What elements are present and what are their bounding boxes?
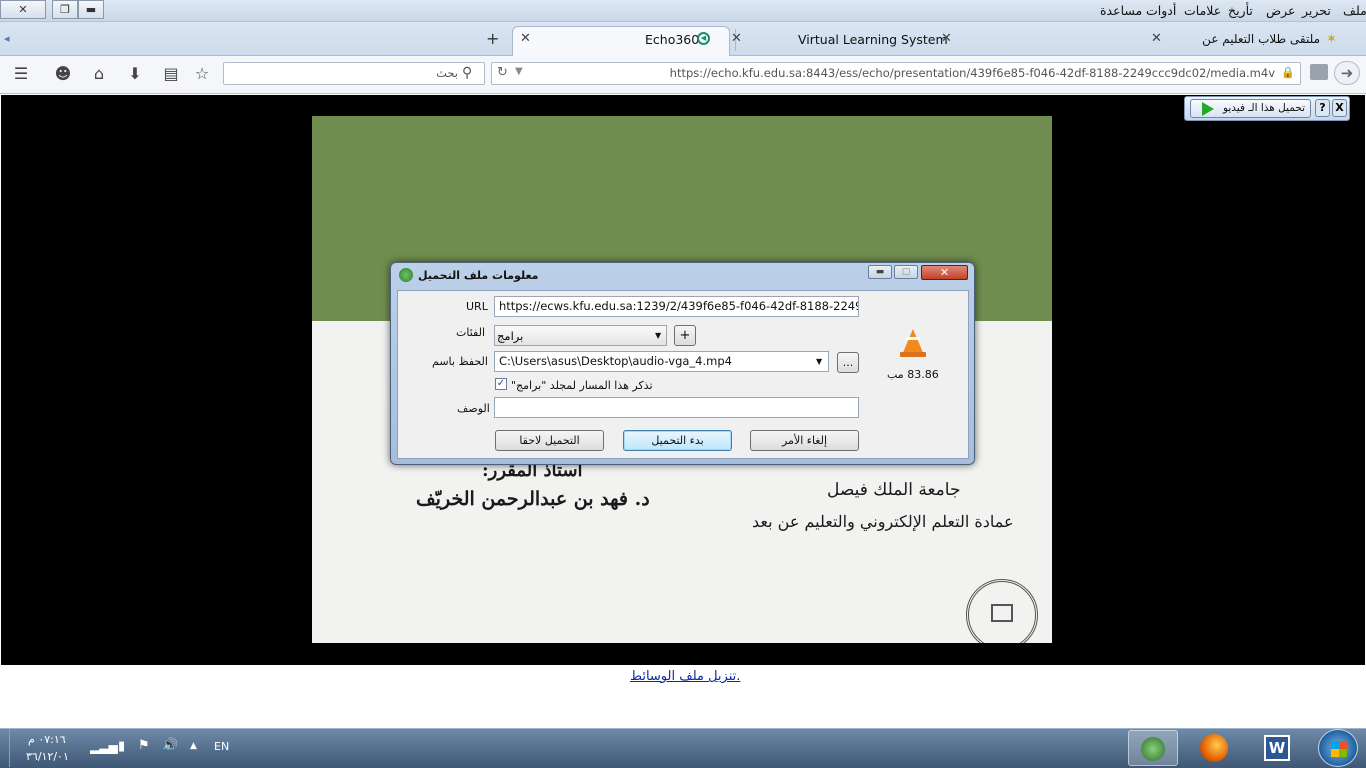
category-label: الفئات bbox=[456, 326, 485, 339]
windows-logo-icon bbox=[1331, 741, 1347, 757]
menu-edit[interactable]: تحرير bbox=[1302, 3, 1331, 18]
slide-instructor-name: د. فهد بن عبدالرحمن الخريّف bbox=[416, 488, 650, 510]
idm-help-button[interactable]: ? bbox=[1315, 99, 1330, 117]
close-icon[interactable]: ✕ bbox=[520, 31, 531, 46]
download-later-button[interactable]: التحميل لاحقا bbox=[495, 430, 604, 451]
bookmark-star-icon[interactable]: ☆ bbox=[191, 64, 213, 84]
minimize-window-button[interactable]: ▬ bbox=[78, 0, 104, 19]
volume-icon[interactable]: 🔊 bbox=[162, 738, 178, 753]
clock-time[interactable]: ٠٧:١٦ م bbox=[28, 733, 66, 746]
search-icon[interactable]: ⚲ bbox=[462, 65, 472, 81]
chevron-down-icon: ▼ bbox=[655, 331, 662, 340]
menu-icon[interactable]: ☰ bbox=[10, 64, 32, 84]
menu-view[interactable]: عرض bbox=[1266, 3, 1295, 18]
play-icon bbox=[1202, 102, 1214, 116]
slide-university: جامعة الملك فيصل bbox=[827, 480, 961, 500]
close-window-button[interactable]: ✕ bbox=[0, 0, 46, 19]
save-as-label: الحفظ باسم bbox=[432, 355, 488, 368]
menu-history[interactable]: تأريخ bbox=[1228, 3, 1253, 18]
url-label: URL bbox=[466, 300, 488, 313]
remember-path-label: تذكر هذا المسار لمجلد "برامج" bbox=[511, 379, 653, 392]
download-video-button[interactable]: تحميل هذا الـ فيديو bbox=[1190, 99, 1311, 118]
idm-app-icon bbox=[399, 268, 413, 282]
lock-icon: 🔒 bbox=[1281, 66, 1295, 79]
save-as-field[interactable]: C:\Users\asus\Desktop\audio-vga_4.mp4 bbox=[494, 351, 829, 372]
menu-bookmarks[interactable]: علامات bbox=[1184, 3, 1221, 18]
clock-date[interactable]: ٣٦/١٢/٠١ bbox=[26, 750, 69, 763]
star-favicon-icon: ✶ bbox=[1326, 32, 1337, 47]
idm-close-button[interactable]: X bbox=[1332, 99, 1347, 117]
remember-path-checkbox[interactable]: ✓ bbox=[495, 378, 507, 390]
battery-icon[interactable]: ▮ bbox=[118, 739, 125, 754]
seal-book-icon bbox=[991, 604, 1013, 622]
firefox-icon bbox=[1200, 734, 1228, 762]
file-size-text: 83.86 مب bbox=[887, 368, 939, 381]
maximize-icon: ▢ bbox=[894, 265, 918, 279]
chat-icon[interactable]: ☻ bbox=[52, 64, 74, 84]
close-icon[interactable]: ✕ bbox=[941, 31, 952, 46]
network-signal-icon[interactable]: ▂▃▅ bbox=[90, 740, 118, 754]
vlc-cone-base bbox=[900, 352, 926, 357]
tab-label: Echo360 bbox=[645, 32, 700, 47]
url-field[interactable]: https://ecws.kfu.edu.sa:1239/2/439f6e85-… bbox=[494, 296, 859, 317]
start-download-button[interactable]: بدء التحميل bbox=[623, 430, 732, 451]
idm-taskbar-button[interactable] bbox=[1128, 730, 1178, 766]
idm-globe-icon bbox=[1141, 737, 1165, 761]
tab-forum[interactable]: ملتقى طلاب التعليم عن ب... bbox=[1200, 32, 1320, 46]
language-indicator[interactable]: EN bbox=[214, 740, 229, 753]
search-placeholder: بحث bbox=[436, 66, 458, 80]
word-icon: W bbox=[1264, 735, 1290, 761]
show-desktop-button[interactable] bbox=[0, 729, 10, 767]
show-hidden-icons-icon[interactable]: ▲ bbox=[190, 741, 197, 751]
dialog-close-button[interactable]: ✕ bbox=[921, 265, 968, 280]
feed-icon[interactable] bbox=[1310, 64, 1328, 80]
download-icon[interactable]: ⬇ bbox=[124, 64, 146, 84]
menu-help[interactable]: مساعدة bbox=[1100, 3, 1142, 18]
home-icon[interactable]: ⌂ bbox=[88, 64, 110, 84]
action-center-flag-icon[interactable]: ⚑ bbox=[138, 738, 150, 753]
browse-button[interactable]: ... bbox=[837, 352, 859, 373]
close-icon[interactable]: ✕ bbox=[1151, 31, 1162, 46]
tab-scroll-icon[interactable]: ◂ bbox=[4, 32, 10, 45]
slide-deanship: عمادة التعلم الإلكتروني والتعليم عن بعد bbox=[752, 512, 1014, 531]
restore-window-button[interactable]: ❐ bbox=[52, 0, 78, 19]
add-category-button[interactable]: + bbox=[674, 325, 696, 346]
word-taskbar-button[interactable]: W bbox=[1252, 730, 1302, 766]
minimize-icon[interactable]: ▬ bbox=[868, 265, 892, 279]
dropdown-arrow-icon[interactable]: ▼ bbox=[515, 66, 523, 77]
url-text: https://echo.kfu.edu.sa:8443/ess/echo/pr… bbox=[669, 66, 1275, 80]
new-tab-button[interactable]: + bbox=[486, 29, 499, 48]
download-media-link[interactable]: .تنزيل ملف الوسائط bbox=[630, 669, 740, 684]
description-label: الوصف bbox=[457, 402, 490, 415]
tab-virtual-learning[interactable]: Virtual Learning System bbox=[798, 32, 948, 47]
reading-list-icon[interactable]: ▤ bbox=[160, 64, 182, 84]
menu-tools[interactable]: أدوات bbox=[1146, 3, 1176, 18]
forward-button[interactable]: ➜ bbox=[1334, 61, 1360, 85]
dialog-title: معلومات ملف التحميل bbox=[418, 269, 539, 282]
chevron-down-icon[interactable]: ▼ bbox=[816, 357, 822, 366]
cancel-button[interactable]: إلغاء الأمر bbox=[750, 430, 859, 451]
description-field[interactable] bbox=[494, 397, 859, 418]
start-button[interactable] bbox=[1318, 729, 1358, 767]
download-video-label: تحميل هذا الـ فيديو bbox=[1222, 102, 1306, 114]
firefox-taskbar-button[interactable] bbox=[1189, 730, 1239, 766]
university-seal-logo bbox=[966, 579, 1038, 643]
vlc-stripe bbox=[906, 337, 920, 340]
reload-icon[interactable]: ↻ bbox=[497, 65, 508, 80]
menu-file[interactable]: ملف bbox=[1343, 3, 1366, 18]
category-value: برامج bbox=[497, 329, 524, 343]
echo360-icon: ◀ bbox=[697, 32, 710, 45]
close-icon[interactable]: ✕ bbox=[731, 31, 742, 46]
